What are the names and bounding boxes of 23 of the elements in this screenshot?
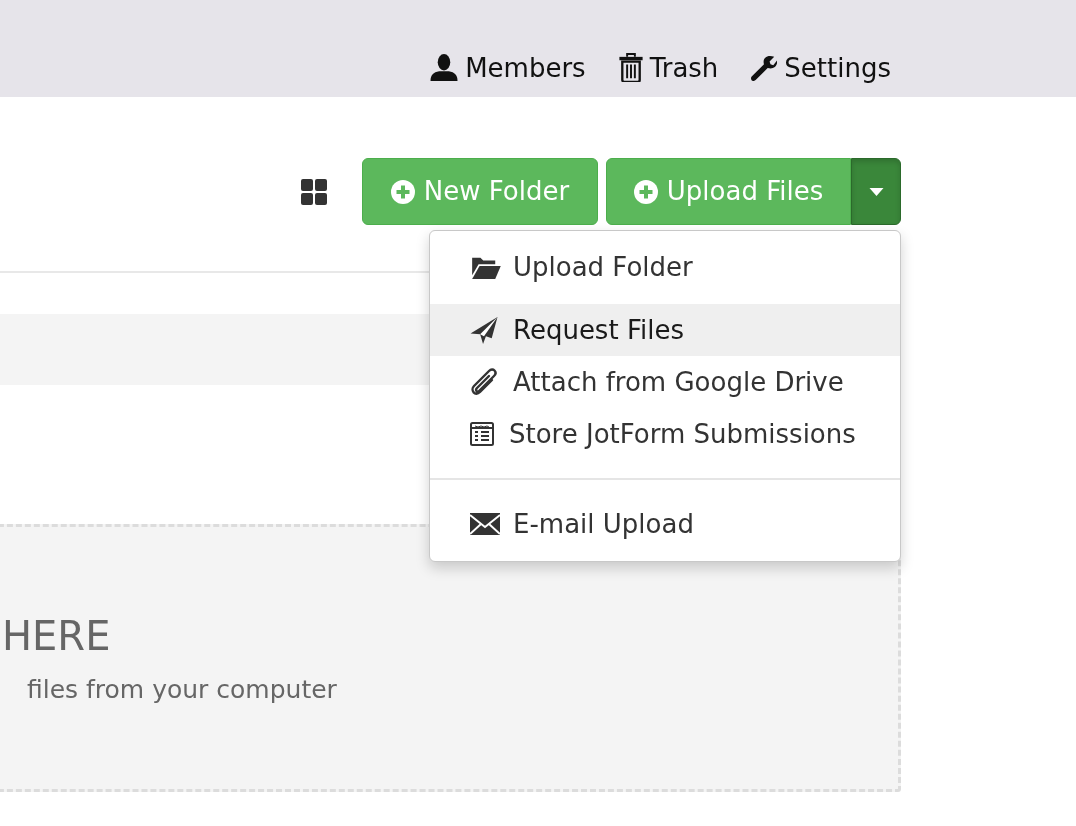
menu-item[interactable]: Store JotForm Submissions	[430, 408, 900, 460]
menu-item[interactable]: E-mail Upload	[430, 498, 900, 550]
dropdown-toggle[interactable]	[851, 158, 901, 225]
settings-link[interactable]: Settings	[751, 50, 891, 85]
grid-view-icon[interactable]	[301, 178, 327, 205]
plus-circle-icon	[390, 179, 415, 204]
form-icon	[470, 422, 494, 446]
paperclip-icon	[470, 368, 500, 396]
paper-plane-icon	[470, 316, 498, 344]
caret-icon	[868, 187, 884, 196]
drop-zone-subtitle: files from your computer	[27, 674, 337, 706]
trash-link[interactable]: Trash	[618, 50, 719, 85]
envelope-icon	[470, 512, 500, 536]
person-icon	[430, 54, 459, 81]
menu-item[interactable]: Upload Folder	[430, 241, 900, 293]
folder-icon	[470, 255, 502, 279]
menu-item[interactable]: Attach from Google Drive	[430, 356, 900, 408]
wrench-icon	[751, 54, 778, 81]
menu-item[interactable]: Request Files	[430, 304, 900, 356]
plus-circle-icon	[633, 179, 658, 204]
trash-icon	[618, 53, 643, 82]
drop-zone-title: HERE	[2, 613, 111, 659]
members-link[interactable]: Members	[430, 50, 586, 85]
